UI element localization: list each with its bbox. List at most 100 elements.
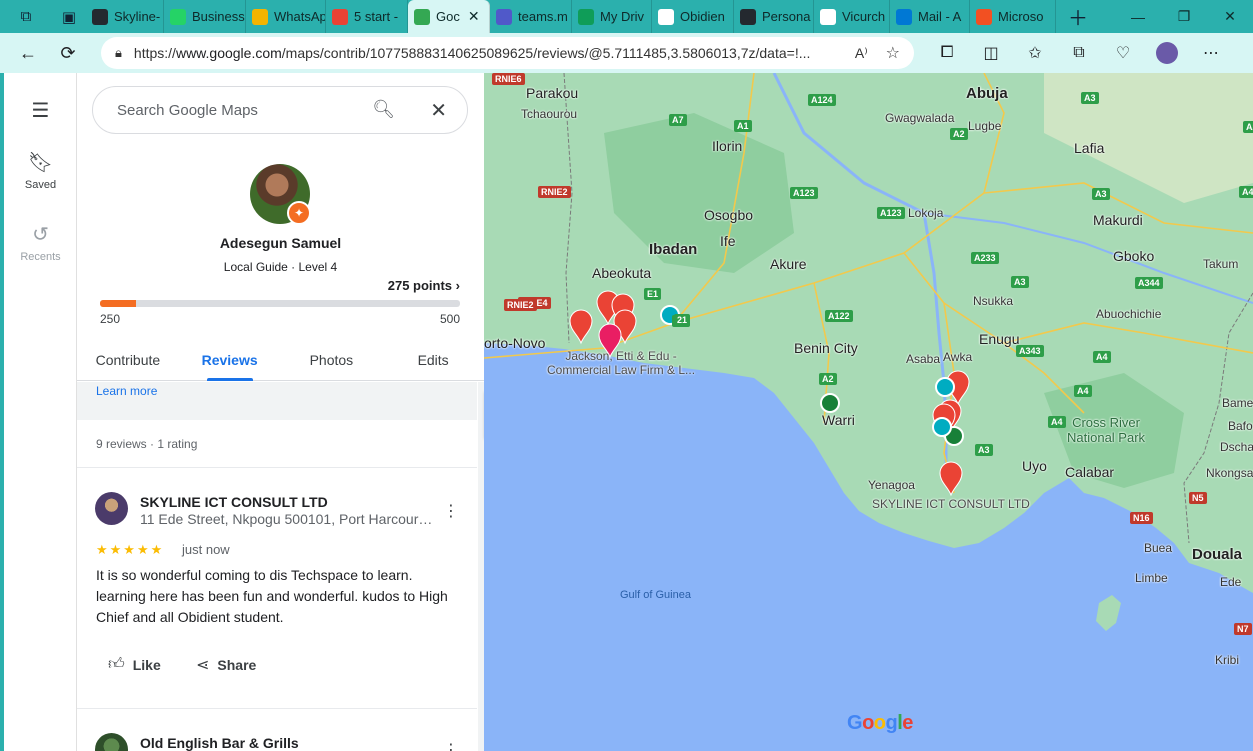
review-place-name[interactable]: Old English Bar & Grills [140,735,299,751]
city-label: Ibadan [649,241,698,258]
share-button[interactable]: ⋖ Share [196,655,256,675]
city-label: Lokoja [908,206,944,220]
review-place-name[interactable]: SKYLINE ICT CONSULT LTD [140,494,328,510]
maps-left-rail: ☰ 🔖︎ Saved ↺ Recents [4,73,77,751]
points-progress-bar [100,300,460,307]
place-thumbnail[interactable] [95,733,128,751]
minimize-icon[interactable]: — [1115,0,1161,33]
city-label: Makurdi [1093,212,1143,228]
poi-label[interactable]: Jackson, Etti & Edu - Commercial Law Fir… [547,349,695,377]
browser-essentials-icon[interactable]: ♡ [1104,37,1142,69]
learn-more-banner: Learn more [77,382,477,420]
divider [77,467,477,468]
tab-contribute[interactable]: Contribute [77,341,179,380]
address-bar[interactable]: 🔒︎ https://www.google.com/maps/contrib/1… [101,37,914,69]
browser-tab[interactable]: Goc ✕ [408,0,490,33]
tab-edits[interactable]: Edits [382,341,484,380]
road-shield: A3 [1011,276,1029,288]
road-shield: A2 [950,128,968,140]
road-shield: A343 [1016,345,1044,357]
city-label: Limbe [1135,571,1168,585]
refresh-icon[interactable]: ⟳ [48,35,88,71]
close-window-icon[interactable]: ✕ [1207,0,1253,33]
favorite-star-icon[interactable]: ☆ [886,43,900,63]
favorites-icon[interactable]: ✩ [1016,37,1054,69]
back-icon[interactable]: ← [8,35,48,71]
city-label: Warri [822,412,855,428]
city-label: Gboko [1113,248,1155,264]
map-base [484,73,1253,751]
city-label: Awka [943,350,973,364]
tab-reviews[interactable]: Reviews [179,341,281,381]
close-icon[interactable]: ✕ [430,98,447,123]
tab-photos[interactable]: Photos [281,341,383,380]
menu-icon: ☰ [31,100,50,122]
city-label: Gwagwalada [885,111,955,125]
saved-button[interactable]: 🔖︎ Saved [4,150,77,191]
split-screen-icon[interactable]: ◫ [972,37,1010,69]
settings-more-icon[interactable]: ⋯ [1192,37,1230,69]
browser-tab-strip: ⧉ ▣ Skyline- Business WhatsAp 5 start - Goc ✕… [0,0,1253,33]
browser-tab[interactable]: My Driv [572,0,652,33]
city-label: Asaba [906,352,941,366]
road-shield: A1 [734,120,752,132]
points-link[interactable]: 275 points › [388,278,460,293]
map-marker[interactable] [932,417,952,437]
road-shield: A3 [1081,92,1099,104]
road-shield: A4 [1048,416,1066,428]
browser-tab[interactable]: Persona [734,0,814,33]
more-options-icon[interactable]: ⋮ [443,501,459,521]
restore-icon[interactable]: ❐ [1161,0,1207,33]
road-shield: A4 [1093,351,1111,363]
recents-button[interactable]: ↺ Recents [4,222,77,263]
recents-label: Recents [20,251,61,263]
search-input[interactable]: Search Google Maps [117,102,258,119]
search-box[interactable]: Search Google Maps 🔍︎ ✕ [92,86,468,134]
read-aloud-icon[interactable]: A⁾ [855,45,868,62]
like-button[interactable]: 👍︎ Like [108,655,161,674]
bookmark-icon: 🔖︎ [27,152,54,174]
city-label: Douala [1192,546,1243,563]
browser-tab[interactable]: WhatsAp [246,0,326,33]
road-shield: A123 [877,207,905,219]
browser-tab[interactable]: Business [164,0,246,33]
profile-level: Local Guide · Level 4 [223,260,338,274]
city-label: Buea [1144,541,1173,555]
workspaces-icon[interactable]: ⧉ [0,2,52,32]
browser-tab[interactable]: Mail - A [890,0,970,33]
tab-actions-icon[interactable]: ▣ [52,2,86,32]
extensions-icon[interactable]: ⧠ [928,37,966,69]
more-options-icon[interactable]: ⋮ [443,740,459,751]
profile-avatar[interactable] [1148,37,1186,69]
map-canvas[interactable]: Parakou Tchaourou Abuja Gwagwalada Lugbe… [484,73,1253,751]
road-shield: E1 [644,288,662,300]
profile-tabs: Contribute Reviews Photos Edits [77,341,484,381]
tab-label: Vicurch [842,9,886,24]
close-tab-icon[interactable]: ✕ [468,8,480,25]
lock-icon[interactable]: 🔒︎ [115,45,122,61]
browser-tab[interactable]: Vicurch [814,0,890,33]
poi-label[interactable]: SKYLINE ICT CONSULT LTD [872,497,1030,511]
new-tab-icon[interactable]: ＋ [1060,2,1096,32]
map-marker[interactable] [935,377,955,397]
collections-icon[interactable]: ⧉ [1060,37,1098,69]
browser-tab[interactable]: teams.m [490,0,572,33]
menu-button[interactable]: ☰ [4,98,77,127]
learn-more-link[interactable]: Learn more [96,384,157,398]
github-icon [92,8,108,25]
city-label: Abuja [966,85,1008,102]
browser-tab[interactable]: Microso [970,0,1056,33]
road-shield: A7 [669,114,687,126]
browser-tab[interactable]: Obidien [652,0,734,33]
map-marker[interactable] [820,393,840,413]
search-icon[interactable]: 🔍︎ [372,99,395,120]
tab-label: Skyline- [114,9,161,24]
city-label: Akure [770,256,807,272]
browser-tab[interactable]: 5 start - [326,0,408,33]
road-shield: A3 [1092,188,1110,200]
place-thumbnail[interactable] [95,492,128,525]
road-shield: A4 [1239,186,1253,198]
profile-name: Adesegun Samuel [219,235,342,251]
road-shield: RNIE2 [504,299,537,311]
browser-tab[interactable]: Skyline- [86,0,164,33]
